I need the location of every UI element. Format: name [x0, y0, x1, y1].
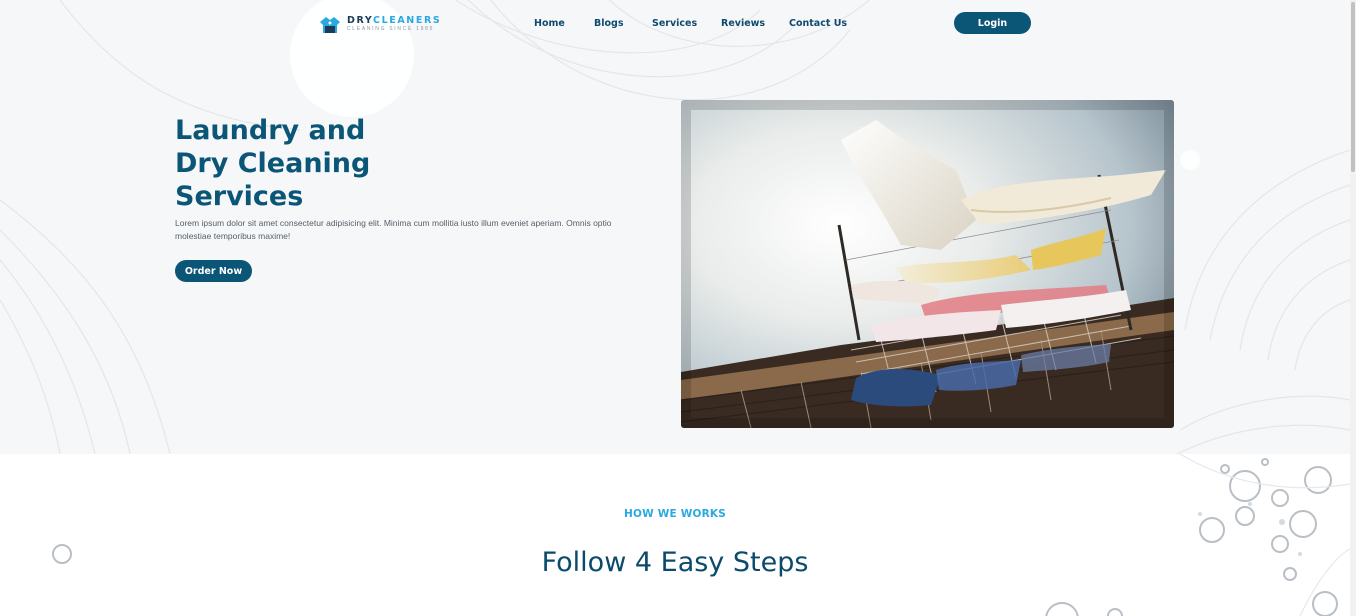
nav-link-reviews[interactable]: Reviews	[721, 18, 765, 29]
nav-link-blogs[interactable]: Blogs	[594, 18, 623, 29]
scrollbar-thumb[interactable]	[1351, 2, 1355, 172]
hero-title-line: Services	[175, 181, 304, 212]
laundry-clothesline-photo-icon	[681, 100, 1174, 428]
section-title: Follow 4 Easy Steps	[541, 547, 809, 578]
hero-title-line: Dry Cleaning	[175, 148, 371, 179]
logo-tagline: CLEANING SINCE 1985	[347, 26, 435, 33]
hero-section: DRYCLEANERS CLEANING SINCE 1985 Home Blo…	[0, 0, 1350, 454]
dry-cleaner-logo-icon	[320, 17, 340, 33]
hero-description: Lorem ipsum dolor sit amet consectetur a…	[175, 218, 612, 241]
section-eyebrow: HOW WE WORKS	[623, 508, 727, 520]
site-header: DRYCLEANERS CLEANING SINCE 1985 Home Blo…	[0, 0, 1350, 46]
nav-link-services[interactable]: Services	[652, 18, 697, 29]
site-logo[interactable]: DRYCLEANERS CLEANING SINCE 1985	[318, 14, 441, 34]
logo-name-accent: CLEANERS	[373, 14, 442, 26]
hero-title-line: Laundry and	[175, 115, 366, 146]
order-now-button[interactable]: Order Now	[175, 260, 252, 282]
page: DRYCLEANERS CLEANING SINCE 1985 Home Blo…	[0, 0, 1356, 616]
logo-name-primary: DRY	[347, 14, 374, 26]
hero-image	[681, 100, 1174, 428]
login-button[interactable]: Login	[954, 12, 1031, 34]
nav-link-contact-us[interactable]: Contact Us	[789, 18, 847, 29]
page-scrollbar[interactable]	[1350, 0, 1356, 616]
how-it-works-section: HOW WE WORKS Follow 4 Easy Steps	[0, 454, 1350, 616]
bubbles-decoration	[52, 454, 1350, 616]
nav-link-home[interactable]: Home	[534, 18, 565, 29]
hero-title: Laundry and Dry Cleaning Services	[175, 114, 475, 213]
